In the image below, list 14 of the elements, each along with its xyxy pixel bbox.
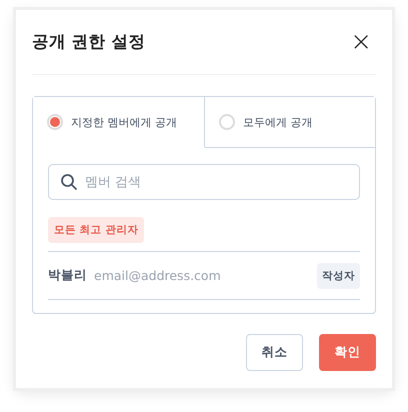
option-tab[interactable]: 지정한 멤버에게 공개 [33,97,205,148]
role-badge: 작성자 [317,262,360,288]
option-label: 지정한 멤버에게 공개 [71,114,177,130]
dialog-title: 공개 권한 설정 [32,31,146,53]
group-tag: 모든 최고 관리자 [48,217,144,243]
member-email: email@address.com [94,268,222,283]
option-tab[interactable]: 모두에게 공개 [205,97,375,148]
option-label: 모두에게 공개 [243,114,312,130]
close-button[interactable]: × [346,29,376,55]
radio-button[interactable] [219,114,235,130]
member-name: 박블리 [48,267,87,284]
radio-button[interactable] [47,114,63,130]
cancel-button[interactable]: 취소 [246,334,303,371]
search-field[interactable]: 멤버 검색 [48,164,360,200]
